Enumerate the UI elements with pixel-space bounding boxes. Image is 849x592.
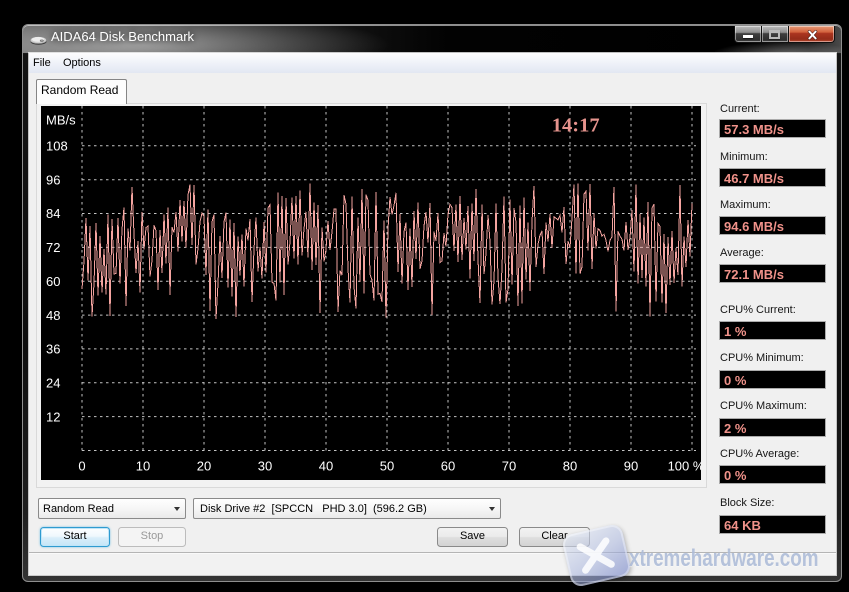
svg-text:0: 0 — [78, 459, 85, 474]
svg-text:20: 20 — [197, 459, 211, 474]
svg-text:40: 40 — [319, 459, 333, 474]
svg-text:84: 84 — [46, 206, 60, 221]
svg-text:24: 24 — [46, 375, 60, 390]
svg-text:108: 108 — [46, 139, 68, 154]
svg-text:12: 12 — [46, 409, 60, 424]
svg-text:50: 50 — [380, 459, 394, 474]
svg-text:60: 60 — [441, 459, 455, 474]
svg-text:MB/s: MB/s — [46, 113, 76, 128]
svg-text:80: 80 — [563, 459, 577, 474]
svg-text:96: 96 — [46, 172, 60, 187]
svg-text:30: 30 — [258, 459, 272, 474]
svg-text:14:17: 14:17 — [552, 114, 600, 136]
svg-text:70: 70 — [502, 459, 516, 474]
svg-text:72: 72 — [46, 240, 60, 255]
svg-text:10: 10 — [136, 459, 150, 474]
svg-text:60: 60 — [46, 274, 60, 289]
svg-text:100 %: 100 % — [668, 459, 701, 474]
svg-text:48: 48 — [46, 308, 60, 323]
svg-text:90: 90 — [624, 459, 638, 474]
svg-text:36: 36 — [46, 342, 60, 357]
